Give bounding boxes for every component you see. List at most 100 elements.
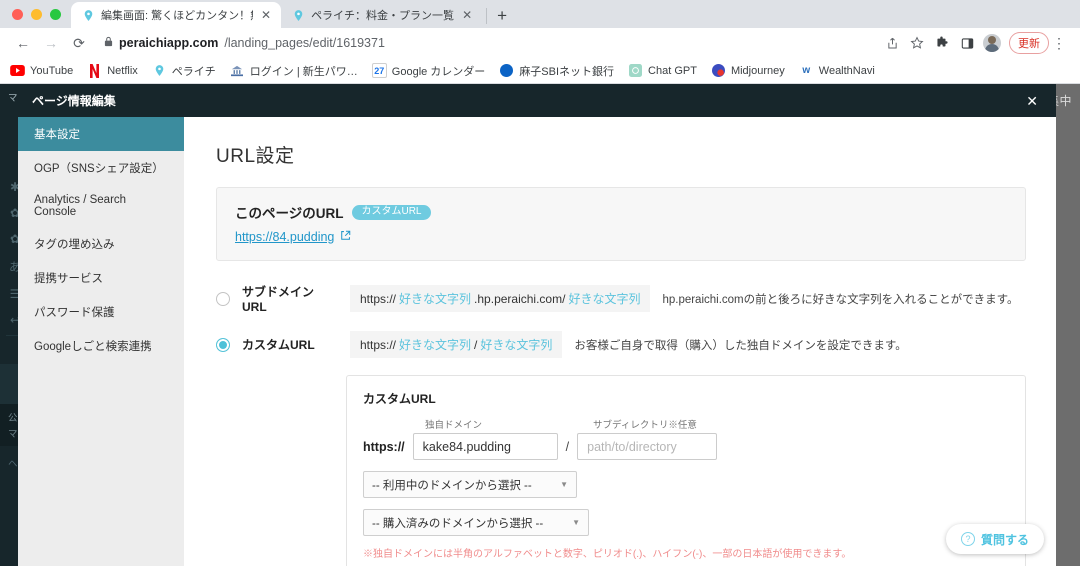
window-close-button[interactable]	[12, 9, 23, 20]
subdir-field-label: サブディレクトリ※任意	[593, 420, 697, 431]
sbi-bank-icon	[499, 63, 514, 78]
note-domain-rules: ※独自ドメインには半角のアルファベットと数字、ピリオド(.)、ハイフン(-)、一…	[363, 549, 852, 560]
page-info-edit-modal: ページ情報編集 ✕ 基本設定 OGP（SNSシェア設定） Analytics /…	[18, 84, 1056, 566]
close-icon[interactable]: ✕	[460, 9, 474, 21]
bookmark-midjourney[interactable]: Midjourney	[711, 63, 785, 78]
bookmark-label: Google カレンダー	[391, 65, 486, 78]
chatgpt-icon	[628, 63, 643, 78]
select-domain-purchased[interactable]: -- 購入済みのドメインから選択 -- ▼	[363, 509, 589, 536]
bookmark-login[interactable]: ログイン | 新生パワ…	[230, 63, 358, 79]
bookmark-peraichi[interactable]: ペライチ	[152, 63, 216, 79]
page-title: URL設定	[216, 146, 295, 167]
status-badge: カスタムURL	[352, 204, 431, 220]
option-label: カスタムURL	[242, 338, 315, 352]
window-controls	[8, 9, 71, 28]
select-domain-in-use[interactable]: -- 利用中のドメインから選択 -- ▼	[363, 471, 577, 498]
option-subdomain-url[interactable]: サブドメインURL https:// 好きな文字列 .hp.peraichi.c…	[216, 283, 1026, 314]
nav-item-partner-services[interactable]: 提携サービス	[18, 261, 184, 295]
domain-field-label: 独自ドメイン	[425, 420, 483, 431]
profile-avatar-icon[interactable]	[980, 31, 1004, 55]
bookmark-netflix[interactable]: Netflix	[87, 63, 138, 78]
external-link-icon	[340, 230, 351, 244]
wealthnavi-icon: w	[802, 65, 811, 76]
peraichi-icon	[152, 63, 167, 78]
forward-icon[interactable]: →	[38, 30, 64, 56]
extensions-puzzle-icon[interactable]	[930, 31, 954, 55]
custom-url-fields: https:// /	[363, 433, 1009, 460]
modal-header: ページ情報編集 ✕	[18, 84, 1056, 117]
update-button[interactable]: 更新	[1009, 32, 1049, 54]
reload-icon[interactable]: ⟳	[66, 30, 92, 56]
tab-editor[interactable]: 編集画面: 驚くほどカンタン！無料… ✕	[71, 2, 282, 28]
youtube-icon	[10, 63, 25, 78]
bookmark-label: Chat GPT	[648, 64, 697, 77]
custom-url-panel: カスタムURL 独自ドメイン サブディレクトリ※任意 https:// / --…	[346, 375, 1026, 566]
login-icon	[230, 63, 245, 78]
current-url-text: https://84.pudding	[235, 230, 335, 244]
window-minimize-button[interactable]	[31, 9, 42, 20]
option-pattern: https:// 好きな文字列 .hp.peraichi.com/ 好きな文字列	[350, 285, 651, 312]
close-icon[interactable]: ✕	[1022, 92, 1042, 110]
new-tab-button[interactable]: +	[493, 7, 515, 28]
avatar	[983, 34, 1001, 52]
peraichi-pin-icon	[81, 8, 95, 22]
modal-title: ページ情報編集	[32, 94, 116, 108]
current-url-label: このページのURL	[235, 206, 344, 221]
midjourney-icon	[711, 63, 726, 78]
custom-url-title: カスタムURL	[363, 392, 436, 406]
option-custom-url[interactable]: カスタムURL https:// 好きな文字列 / 好きな文字列 お客様ご自身で…	[216, 331, 1026, 358]
bookmark-label: ログイン | 新生パワ…	[249, 65, 358, 78]
bookmarks-bar: YouTube Netflix ペライチ ログイン | 新生パワ… 27 Goo…	[0, 58, 1080, 84]
share-icon[interactable]	[880, 31, 904, 55]
bookmark-label: WealthNavi	[818, 64, 875, 77]
nav-item-tag-embed[interactable]: タグの埋め込み	[18, 227, 184, 261]
tab-pricing[interactable]: ペライチ：料金・プラン一覧 ✕	[281, 2, 483, 28]
domain-input[interactable]	[412, 433, 558, 460]
modal-content: URL設定 このページのURL カスタムURL https://84.puddi…	[184, 117, 1056, 566]
bookmark-google-calendar[interactable]: 27 Google カレンダー	[371, 63, 486, 79]
https-prefix-label: https://	[363, 439, 405, 454]
radio-subdomain-url[interactable]	[216, 291, 230, 306]
close-icon[interactable]: ✕	[259, 9, 273, 21]
tab-strip: 編集画面: 驚くほどカンタン！無料… ✕ ペライチ：料金・プラン一覧 ✕ +	[0, 0, 1080, 28]
chevron-down-icon: ▼	[572, 518, 580, 527]
subdirectory-input[interactable]	[577, 433, 718, 460]
current-url-link[interactable]: https://84.pudding	[235, 230, 1007, 244]
bookmark-label: 麻子SBIネット銀行	[519, 65, 615, 78]
bookmark-label: ペライチ	[171, 65, 216, 78]
netflix-icon	[87, 63, 102, 78]
nav-item-google-jobs[interactable]: Googleしごと検索連携	[18, 329, 184, 363]
peraichi-pin-icon	[291, 8, 305, 22]
window-maximize-button[interactable]	[50, 9, 61, 20]
bookmark-youtube[interactable]: YouTube	[10, 63, 73, 78]
tab-title: ペライチ：料金・プラン一覧	[311, 10, 455, 22]
option-description: お客様ご自身で取得（購入）した独自ドメインを設定できます。	[574, 339, 907, 352]
bookmark-star-icon[interactable]	[905, 31, 929, 55]
url-path: /landing_pages/edit/1619371	[224, 36, 385, 50]
google-calendar-icon: 27	[371, 63, 387, 78]
bookmark-label: YouTube	[30, 64, 74, 77]
lock-icon	[104, 36, 113, 50]
option-description: hp.peraichi.comの前と後ろに好きな文字列を入れることができます。	[662, 293, 1019, 306]
bookmark-label: Netflix	[107, 64, 138, 77]
address-bar[interactable]: peraichiapp.com/landing_pages/edit/16193…	[98, 32, 872, 54]
back-icon[interactable]: ←	[10, 30, 36, 56]
chevron-down-icon: ▼	[560, 480, 568, 489]
side-panel-icon[interactable]	[955, 31, 979, 55]
radio-custom-url[interactable]	[216, 337, 230, 352]
tab-divider	[486, 8, 488, 24]
modal-body: 基本設定 OGP（SNSシェア設定） Analytics / Search Co…	[18, 117, 1056, 566]
bookmark-sbi-bank[interactable]: 麻子SBIネット銀行	[499, 63, 614, 79]
help-ask-button[interactable]: ? 質問する	[945, 524, 1044, 554]
nav-item-ogp[interactable]: OGP（SNSシェア設定）	[18, 151, 184, 185]
option-pattern: https:// 好きな文字列 / 好きな文字列	[350, 331, 563, 358]
current-url-header: このページのURL カスタムURL	[235, 202, 1007, 222]
nav-item-password-protection[interactable]: パスワード保護	[18, 295, 184, 329]
nav-item-basic-settings[interactable]: 基本設定	[18, 117, 184, 151]
browser-toolbar: ← → ⟳ peraichiapp.com/landing_pages/edit…	[0, 28, 1080, 58]
modal-nav: 基本設定 OGP（SNSシェア設定） Analytics / Search Co…	[18, 117, 184, 566]
browser-menu-icon[interactable]: ⋮	[1050, 35, 1070, 52]
bookmark-chatgpt[interactable]: Chat GPT	[628, 63, 697, 78]
nav-item-analytics[interactable]: Analytics / Search Console	[18, 185, 184, 227]
bookmark-wealthnavi[interactable]: w WealthNavi	[799, 63, 875, 78]
